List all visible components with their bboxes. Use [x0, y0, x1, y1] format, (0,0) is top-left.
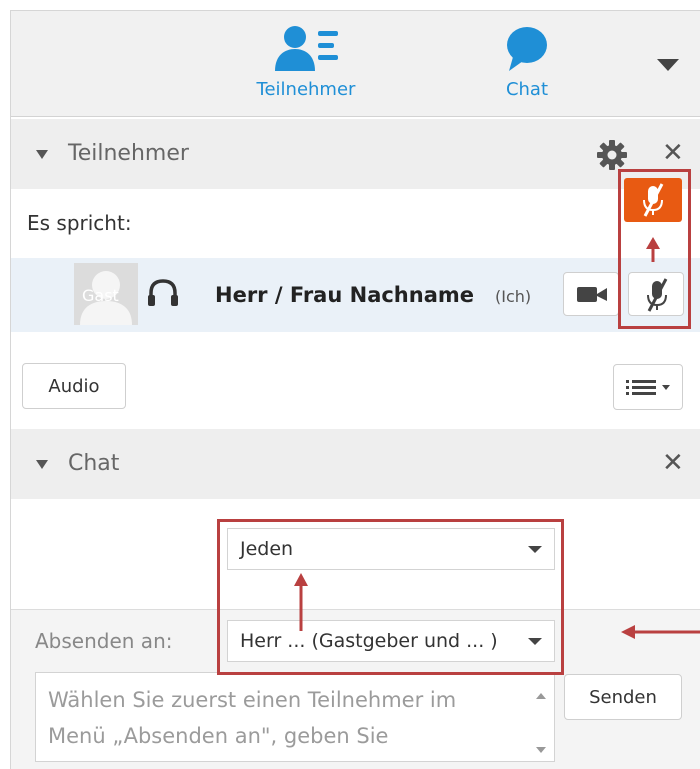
gear-icon[interactable] — [596, 139, 628, 171]
chat-section-header[interactable]: Chat ✕ — [11, 429, 700, 499]
send-to-value: Herr ... (Gastgeber und ... ) — [240, 630, 498, 652]
speaking-label: Es spricht: — [27, 211, 132, 235]
tab-participants-label: Teilnehmer — [256, 79, 356, 100]
microphone-muted-icon — [647, 278, 668, 312]
mute-all-button[interactable] — [624, 178, 682, 222]
video-button[interactable] — [563, 272, 619, 316]
close-chat-icon[interactable]: ✕ — [662, 450, 684, 476]
participants-section-title: Teilnehmer — [68, 141, 189, 166]
participants-section-header[interactable]: Teilnehmer ✕ — [11, 119, 700, 189]
chat-bubble-icon — [507, 27, 547, 71]
chat-message-input[interactable]: Wählen Sie zuerst einen Teilnehmer im Me… — [35, 672, 555, 762]
tab-chat-label: Chat — [505, 79, 549, 100]
meeting-panel: Teilnehmer Chat Teilnehmer ✕ Es spricht:… — [10, 10, 700, 769]
mute-button[interactable] — [628, 272, 684, 316]
chevron-down-icon — [657, 59, 679, 71]
send-to-select[interactable]: Herr ... (Gastgeber und ... ) — [227, 620, 555, 662]
participant-name: Herr / Frau Nachname — [215, 283, 475, 307]
video-camera-icon — [577, 287, 607, 302]
participant-list-options-button[interactable] — [613, 364, 683, 410]
chat-message-placeholder: Wählen Sie zuerst einen Teilnehmer im Me… — [48, 688, 457, 748]
panel-tab-bar: Teilnehmer Chat — [11, 11, 700, 117]
message-scrollbar[interactable] — [528, 673, 554, 761]
scroll-arrows-icon — [536, 693, 546, 753]
headset-icon — [148, 279, 178, 306]
tab-participants[interactable]: Teilnehmer — [249, 25, 363, 100]
send-to-label: Absenden an: — [35, 629, 173, 653]
participant-row[interactable]: Gast Herr / Frau Nachname (Ich) — [11, 258, 700, 332]
chat-recipient-value: Jeden — [240, 538, 294, 560]
participants-icon — [275, 26, 338, 71]
avatar: Gast — [74, 263, 138, 325]
collapse-caret-icon[interactable] — [35, 458, 49, 470]
collapse-caret-icon[interactable] — [35, 148, 49, 160]
panel-menu-dropdown[interactable] — [655, 55, 681, 75]
list-menu-icon — [626, 380, 670, 395]
send-button[interactable]: Senden — [564, 674, 682, 720]
microphone-muted-icon — [643, 183, 664, 217]
avatar-label: Gast — [82, 286, 119, 305]
chevron-down-icon — [528, 546, 542, 553]
audio-button[interactable]: Audio — [22, 363, 126, 409]
chevron-down-icon — [528, 638, 542, 645]
chat-section-title: Chat — [68, 451, 120, 476]
chat-recipient-select[interactable]: Jeden — [227, 528, 555, 570]
close-participants-icon[interactable]: ✕ — [662, 140, 684, 166]
participant-self-tag: (Ich) — [495, 287, 532, 306]
tab-chat[interactable]: Chat — [497, 25, 557, 100]
